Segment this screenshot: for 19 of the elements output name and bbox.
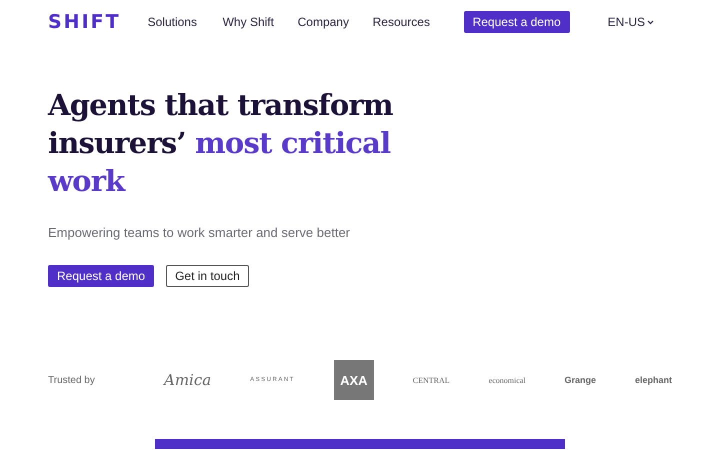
hero-heading: Agents that transform insurers’ most critical work [48, 87, 393, 200]
chevron-down-icon [647, 20, 654, 24]
get-in-touch-button[interactable]: Get in touch [166, 265, 249, 287]
hero-subtitle: Empowering teams to work smarter and serve better [48, 225, 352, 240]
client-logo: CENTRAL [412, 376, 450, 384]
client-logo: AXA [334, 360, 374, 400]
nav-link[interactable]: Resources [372, 15, 448, 29]
nav-link[interactable]: Company [298, 15, 373, 29]
request-demo-button[interactable]: Request a demo [464, 11, 570, 33]
client-logo: Grange [564, 375, 596, 385]
request-demo-button[interactable]: Request a demo [48, 265, 154, 287]
language-selector[interactable]: EN-US [608, 15, 654, 29]
client-logo: Amica [164, 371, 212, 389]
nav-link[interactable]: Solutions [148, 15, 223, 29]
trusted-label: Trusted by [48, 374, 96, 386]
nav-link[interactable]: Why Shift [222, 15, 298, 29]
client-logo: elephant [634, 375, 672, 385]
brand-logo[interactable]: SHIFT [48, 11, 121, 33]
client-logo: economical [488, 376, 526, 384]
